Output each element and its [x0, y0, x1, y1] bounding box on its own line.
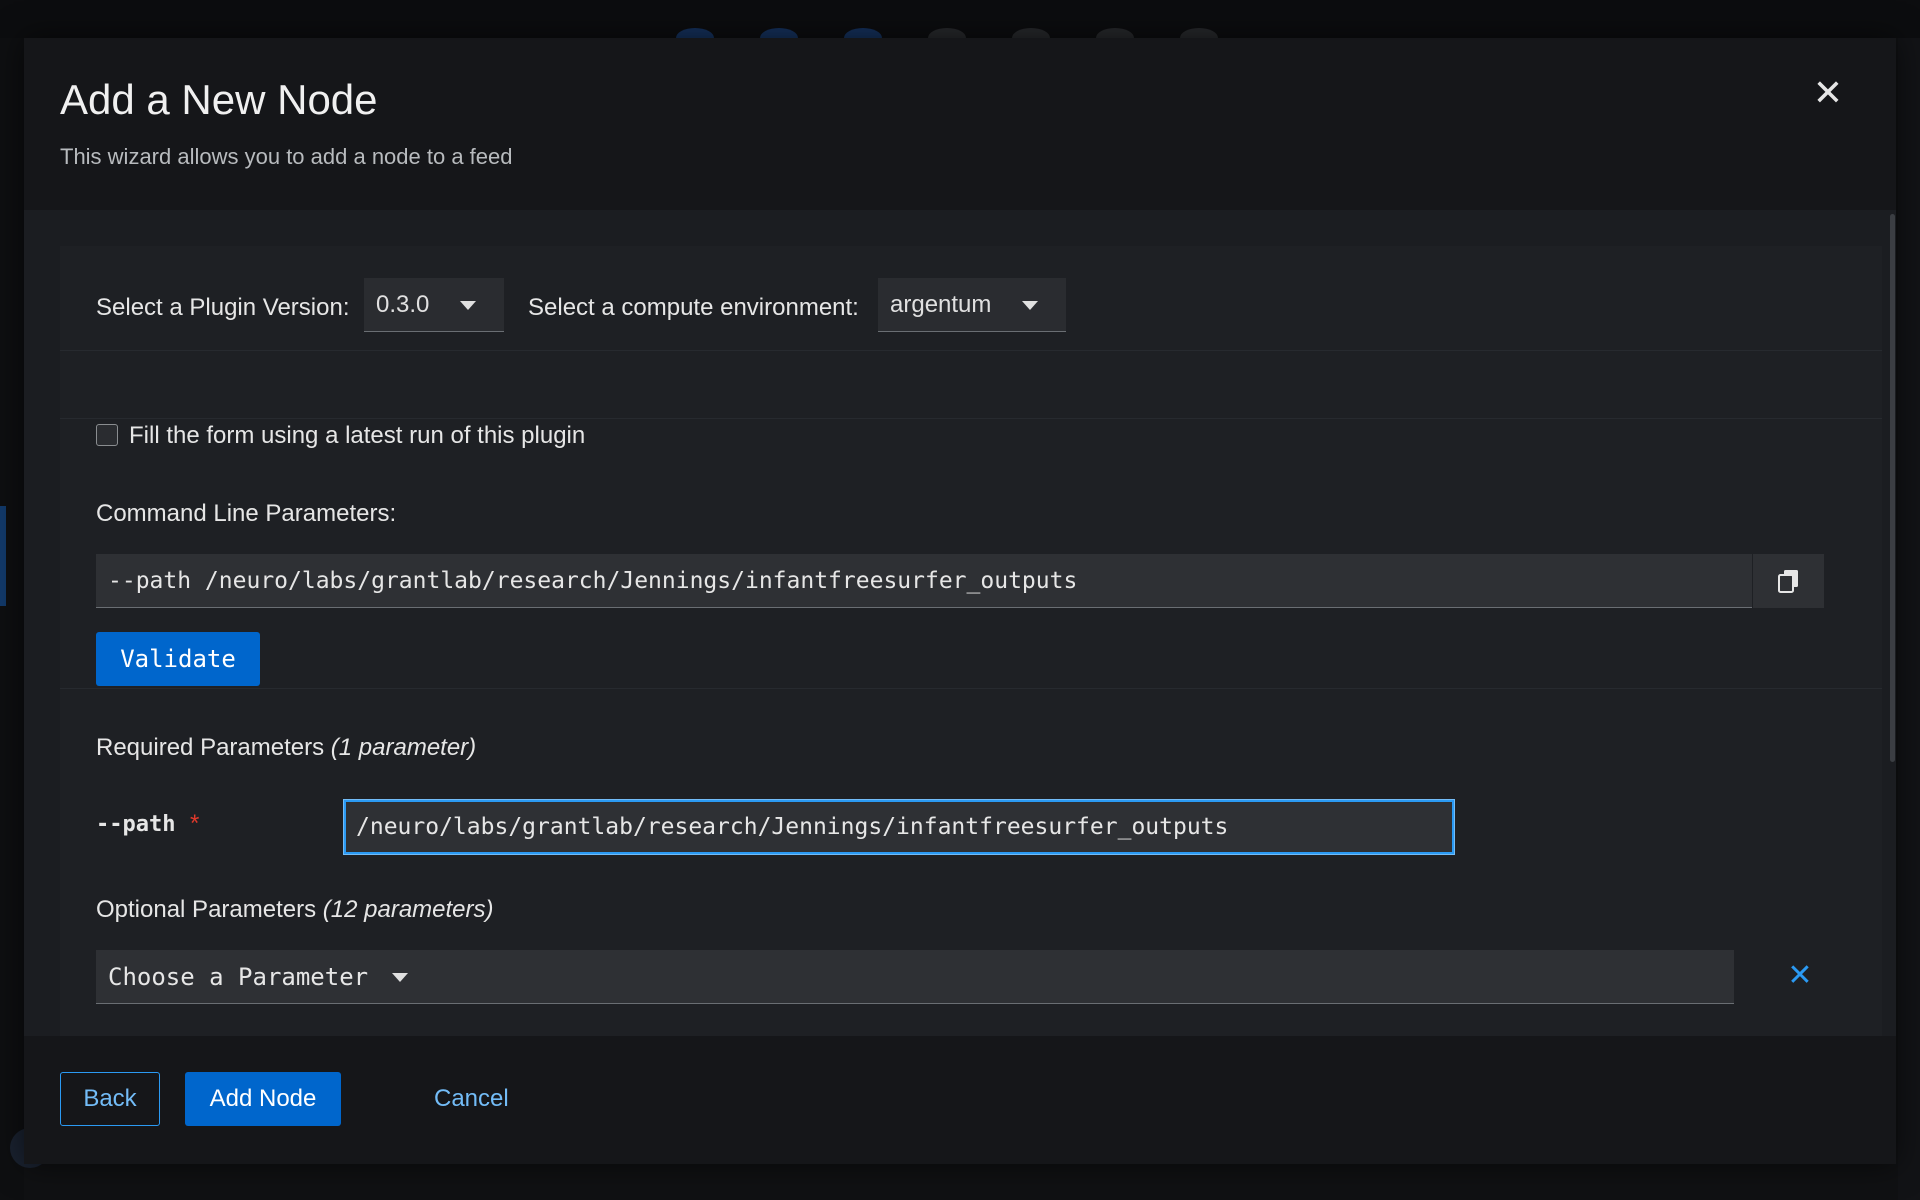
required-params-heading: Required Parameters (1 parameter) — [96, 734, 476, 762]
choose-parameter-value: Choose a Parameter — [108, 963, 369, 991]
background-sidebar — [0, 38, 24, 1200]
modal-subtitle: This wizard allows you to add a node to … — [60, 144, 513, 169]
compute-env-value: argentum — [890, 291, 992, 318]
caret-down-icon — [1022, 301, 1038, 310]
modal-header: Add a New Node This wizard allows you to… — [24, 38, 1896, 210]
path-input[interactable]: /neuro/labs/grantlab/research/Jennings/i… — [343, 799, 1455, 855]
caret-down-icon — [460, 301, 476, 310]
copy-button[interactable] — [1752, 554, 1824, 608]
required-params-title: Required Parameters — [96, 734, 325, 761]
fill-latest-checkbox[interactable] — [96, 424, 118, 446]
choose-parameter-select[interactable]: Choose a Parameter — [96, 950, 1734, 1004]
cancel-button[interactable]: Cancel — [434, 1072, 509, 1126]
command-line-label: Command Line Parameters: — [96, 500, 397, 527]
copy-icon — [1778, 570, 1798, 593]
back-button[interactable]: Back — [60, 1072, 160, 1126]
background-right-panel — [1898, 38, 1920, 1200]
background-topbar — [0, 0, 1920, 48]
divider — [60, 350, 1882, 351]
divider — [60, 688, 1882, 689]
optional-params-count: (12 parameters) — [322, 896, 494, 923]
required-params-count: (1 parameter) — [330, 734, 477, 761]
add-node-modal: Add a New Node This wizard allows you to… — [24, 38, 1896, 1164]
remove-icon[interactable]: ✕ — [1780, 956, 1820, 996]
plugin-version-label: Select a Plugin Version: — [96, 294, 350, 321]
background-sidebar-active — [0, 506, 6, 606]
compute-env-select[interactable]: argentum — [878, 278, 1066, 332]
modal-title: Add a New Node — [60, 76, 378, 123]
scrollbar-thumb[interactable] — [1890, 214, 1895, 762]
modal-body: Select a Plugin Version: 0.3.0 Select a … — [24, 210, 1896, 1036]
validate-button[interactable]: Validate — [96, 632, 260, 686]
optional-params-heading: Optional Parameters (12 parameters) — [96, 896, 494, 924]
close-icon[interactable]: ✕ — [1808, 74, 1848, 114]
compute-env-label: Select a compute environment: — [528, 294, 859, 321]
fill-latest-label[interactable]: Fill the form using a latest run of this… — [129, 422, 585, 450]
command-line-input[interactable]: --path /neuro/labs/grantlab/research/Jen… — [96, 554, 1752, 608]
required-indicator: * — [190, 810, 200, 837]
add-node-button[interactable]: Add Node — [185, 1072, 341, 1126]
plugin-version-value: 0.3.0 — [376, 291, 430, 318]
caret-down-icon — [392, 973, 408, 982]
modal-footer: Back Add Node Cancel — [24, 1036, 1896, 1164]
divider — [60, 418, 1882, 419]
optional-params-title: Optional Parameters — [96, 896, 317, 923]
param-name-path: --path — [96, 812, 176, 837]
plugin-version-select[interactable]: 0.3.0 — [364, 278, 504, 332]
